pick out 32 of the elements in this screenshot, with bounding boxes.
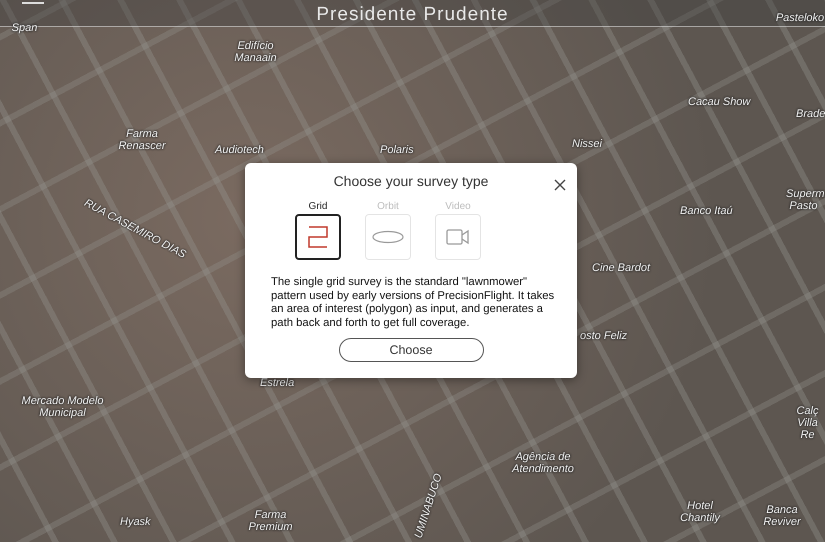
dialog-title: Choose your survey type (332, 172, 490, 191)
type-label: Grid (308, 200, 328, 214)
map-label: Banca Reviver (762, 504, 802, 528)
map-label: Farma Renascer (117, 128, 167, 152)
map-label: osto Feliz (580, 330, 628, 342)
map-label: Pasteloko (774, 12, 825, 24)
map-label: Brade (796, 108, 825, 120)
type-label: Orbit (376, 200, 400, 214)
map-label: Audiotech (215, 144, 264, 156)
video-camera-icon (446, 228, 470, 246)
map-label: Edifício Manaain (233, 40, 278, 64)
ellipse-icon (372, 230, 404, 244)
choose-button[interactable]: Choose (338, 338, 484, 362)
map-label: Calç Villa Re (795, 405, 820, 441)
map-label: Cacau Show (688, 96, 750, 108)
description-text: The single grid survey is the standard "lawnmower" pattern used by early versions of PrecisionFlight. It takes an area of interest (polygon) as input, and generates a path back and forth to get full coverage. (271, 276, 556, 330)
grid-path-icon (307, 224, 329, 250)
satellite-map[interactable] (0, 0, 825, 542)
map-label: Mercado Modelo Municipal (20, 395, 104, 419)
map-label: Banco Itaú (680, 205, 733, 217)
type-label: Video (444, 200, 472, 214)
survey-type-tile[interactable] (295, 214, 341, 260)
map-label: Hyask (120, 516, 151, 528)
map-label: Polaris (380, 144, 414, 156)
map-label: Estrela (260, 377, 294, 389)
city-title: Presidente Prudente (316, 4, 509, 26)
map-label: Nissei (572, 138, 602, 150)
map-label: Agência de Atendimento (510, 451, 575, 475)
map-label: Hotel Chantily (679, 500, 722, 524)
map-label: Farma Premium (248, 509, 293, 533)
map-label: Span (10, 22, 38, 34)
map-label: Cine Bardot (592, 262, 650, 274)
